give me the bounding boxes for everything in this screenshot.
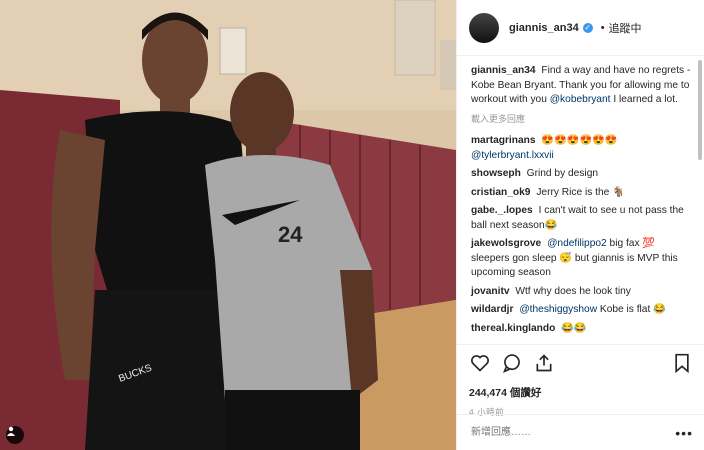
verified-badge-icon: ✓	[582, 22, 593, 33]
list-item: gabe._.lopes I can't wait to see u not p…	[471, 204, 692, 233]
caption-mention[interactable]: @kobebryant	[550, 94, 611, 105]
comment-username[interactable]: gabe._.lopes	[471, 205, 533, 216]
add-comment-bar: •••	[457, 414, 704, 450]
list-item: showseph Grind by design	[471, 167, 692, 182]
comment-username[interactable]: jakewolsgrove	[471, 238, 541, 249]
follow-status-button[interactable]: 追蹤中	[609, 20, 642, 36]
comment-mention[interactable]: @theshiggyshow	[519, 304, 597, 315]
comment-text: 😍😍😍😍😍😍	[541, 135, 618, 146]
comment-username[interactable]: martagrinans	[471, 135, 536, 146]
comments-list: giannis_an34 Find a way and have no regr…	[457, 56, 704, 340]
comment-text: 😂😂	[561, 322, 587, 334]
likes-count[interactable]: 244,474 個讚好	[469, 385, 693, 400]
list-item: jovanitv Wtf why does he look tiny	[471, 285, 692, 300]
comment-icon[interactable]	[501, 352, 523, 374]
list-item: thereal.kinglando 😂😂	[471, 322, 692, 337]
caption-text-after: I learned a lot.	[613, 94, 678, 105]
comment-username[interactable]: thereal.kinglando	[471, 323, 555, 334]
comments-scrollbar[interactable]	[698, 60, 702, 160]
post-photo[interactable]: BUCKS 24	[0, 0, 456, 450]
action-icons	[469, 351, 693, 375]
list-item: wildardjr @theshiggyshow Kobe is flat 😂	[471, 303, 692, 318]
comment-username[interactable]: cristian_ok9	[471, 187, 530, 198]
comment-username[interactable]: showseph	[471, 168, 521, 179]
more-options-icon[interactable]: •••	[675, 425, 693, 441]
avatar[interactable]	[469, 12, 499, 43]
separator-dot: •	[600, 21, 605, 34]
heart-icon[interactable]	[469, 352, 491, 374]
list-item: cristian_ok9 Jerry Rice is the 🐐	[471, 186, 692, 201]
comment-input[interactable]	[469, 426, 676, 439]
comment-username[interactable]: wildardjr	[471, 304, 513, 315]
post-header: giannis_an34 ✓ • 追蹤中	[457, 0, 704, 56]
list-item: jakewolsgrove @ndefilippo2 big fax 💯 sle…	[471, 237, 692, 281]
caption-username[interactable]: giannis_an34	[471, 65, 536, 76]
comment-text: Jerry Rice is the 🐐	[536, 186, 625, 198]
share-icon[interactable]	[533, 352, 555, 374]
bookmark-icon[interactable]	[671, 352, 693, 374]
post-container: BUCKS 24 giannis_an34 ✓ • 追蹤中 giannis_an…	[0, 0, 704, 450]
header-username[interactable]: giannis_an34	[509, 22, 579, 34]
post-actions: 244,474 個讚好 4 小時前	[457, 344, 704, 418]
caption: giannis_an34 Find a way and have no regr…	[471, 64, 692, 108]
comment-text: Grind by design	[526, 168, 599, 179]
list-item: martagrinans 😍😍😍😍😍😍 @tylerbryant.lxxvii	[471, 134, 692, 163]
comment-mention[interactable]: @ndefilippo2	[547, 238, 607, 249]
comment-text: Wtf why does he look tiny	[515, 285, 631, 297]
load-more-comments[interactable]: 載入更多回應	[471, 112, 692, 127]
comment-username[interactable]: jovanitv	[471, 286, 510, 297]
jersey-number: 24	[278, 222, 303, 247]
post-sidebar: giannis_an34 ✓ • 追蹤中 giannis_an34 Find a…	[456, 0, 704, 450]
comment-mention[interactable]: @tylerbryant.lxxvii	[471, 150, 554, 161]
photo-illustration: BUCKS 24	[0, 0, 456, 450]
user-tag-icon[interactable]	[6, 426, 24, 444]
comment-text: Kobe is flat 😂	[599, 304, 666, 315]
